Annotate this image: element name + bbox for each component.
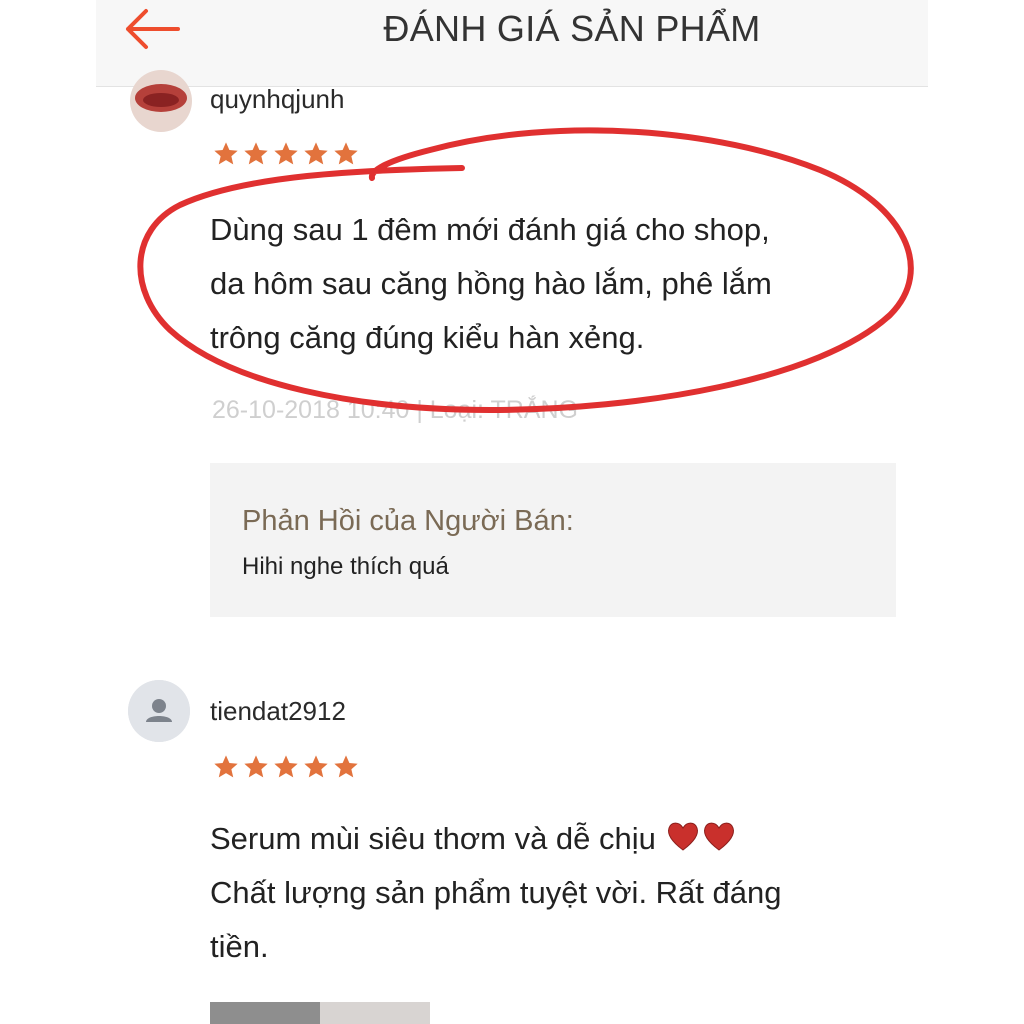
seller-reply-title: Phản Hồi của Người Bán: [242,505,574,537]
review-line: Chất lượng sản phẩm tuyệt vời. Rất đáng [210,875,782,910]
star-icon [214,755,238,778]
heart-icon [667,822,698,851]
app-screen: ĐÁNH GIÁ SẢN PHẨM quynhqjunh Dùng sau 1 … [96,0,928,1024]
avatar[interactable] [128,680,190,742]
review-text: Serum mùi siêu thơm và dễ chịu Chất lượn… [210,812,782,974]
review-line-text: Serum mùi siêu thơm và dễ chịu [210,821,656,856]
heart-icon [703,822,734,851]
star-icon [334,142,358,165]
review-meta: 26-10-2018 10:40 | Loại: TRẮNG [212,396,578,424]
user-placeholder-icon [128,680,190,742]
top-bar: ĐÁNH GIÁ SẢN PHẨM [96,0,928,87]
review-line: Dùng sau 1 đêm mới đánh giá cho shop, [210,212,770,247]
review-line: trông căng đúng kiểu hàn xẻng. [210,320,645,355]
star-icon [334,755,358,778]
star-icon [304,142,328,165]
star-icon [244,755,268,778]
back-button[interactable] [118,4,188,54]
review-photo-thumbnail[interactable] [210,1002,430,1024]
arrow-left-icon [126,9,180,49]
user-photo-icon [130,70,192,132]
review-line: da hôm sau căng hồng hào lắm, phê lắm [210,266,772,301]
review-line: tiền. [210,929,269,964]
reviewer-username[interactable]: quynhqjunh [210,84,344,115]
review-text: Dùng sau 1 đêm mới đánh giá cho shop, da… [210,203,772,365]
rating-stars [212,140,360,168]
review-line: Serum mùi siêu thơm và dễ chịu [210,812,782,866]
star-icon [274,142,298,165]
seller-reply-text: Hihi nghe thích quá [242,553,449,580]
page-title: ĐÁNH GIÁ SẢN PHẨM [383,8,761,49]
reviewer-username[interactable]: tiendat2912 [210,696,346,727]
seller-reply-box: Phản Hồi của Người Bán: Hihi nghe thích … [210,463,896,617]
avatar[interactable] [130,70,192,132]
star-icon [244,142,268,165]
star-icon [304,755,328,778]
star-icon [274,755,298,778]
rating-stars [212,753,360,781]
star-icon [214,142,238,165]
